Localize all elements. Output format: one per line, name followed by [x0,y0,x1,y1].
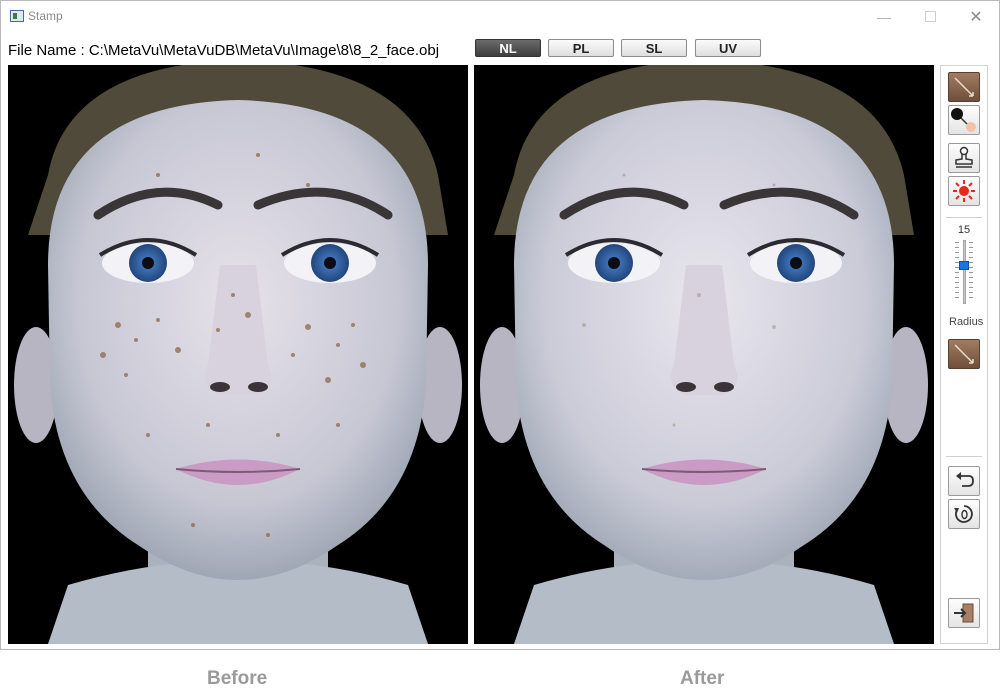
brush-tool-button-2[interactable] [948,339,980,369]
toolbox-divider [946,217,982,218]
stamp-icon [955,146,973,168]
brush-icon [954,344,974,364]
radius-slider[interactable] [963,240,966,304]
minimize-button[interactable]: — [861,1,907,32]
face-photo [480,65,928,644]
after-caption: After [680,668,725,689]
app-icon [10,10,24,22]
before-face-image[interactable] [8,65,468,644]
radius-value: 15 [957,224,971,236]
reset-icon [954,505,973,523]
mode-button-pl[interactable]: PL [548,39,614,57]
toolbox-panel: 15 Radius [940,65,988,644]
mode-button-sl[interactable]: SL [621,39,687,57]
sun-icon [953,180,975,202]
close-button[interactable]: ✕ [953,1,999,32]
stamp-tool-button[interactable] [948,143,980,173]
radius-slider-thumb[interactable] [959,261,969,270]
exit-icon [954,603,974,623]
mode-button-nl[interactable]: NL [475,39,541,57]
title-bar: Stamp — ✕ [1,1,999,32]
file-name-label: File Name : C:\MetaVu\MetaVuDB\MetaVu\Im… [8,42,440,59]
brush-icon [954,77,974,97]
maximize-icon [924,11,936,22]
after-face-image[interactable] [474,65,934,644]
radius-label: Radius [949,316,984,328]
face-photo [14,65,462,644]
stamp-window: Stamp — ✕ File Name : C:\MetaVu\MetaVuDB… [0,0,1000,650]
reset-button[interactable] [948,499,980,529]
brush-tool-button[interactable] [948,72,980,102]
window-title: Stamp [28,9,63,23]
before-caption: Before [207,668,268,689]
exit-button[interactable] [948,598,980,628]
mode-button-uv[interactable]: UV [695,39,761,57]
undo-icon [956,472,974,487]
maximize-button[interactable] [907,1,953,32]
toolbox-divider [946,456,982,457]
color-picker-icon [951,108,976,132]
color-picker-button[interactable] [948,105,980,135]
slider-ticks-right [969,242,973,302]
highlight-tool-button[interactable] [948,176,980,206]
slider-ticks-left [955,242,959,302]
undo-button[interactable] [948,466,980,496]
